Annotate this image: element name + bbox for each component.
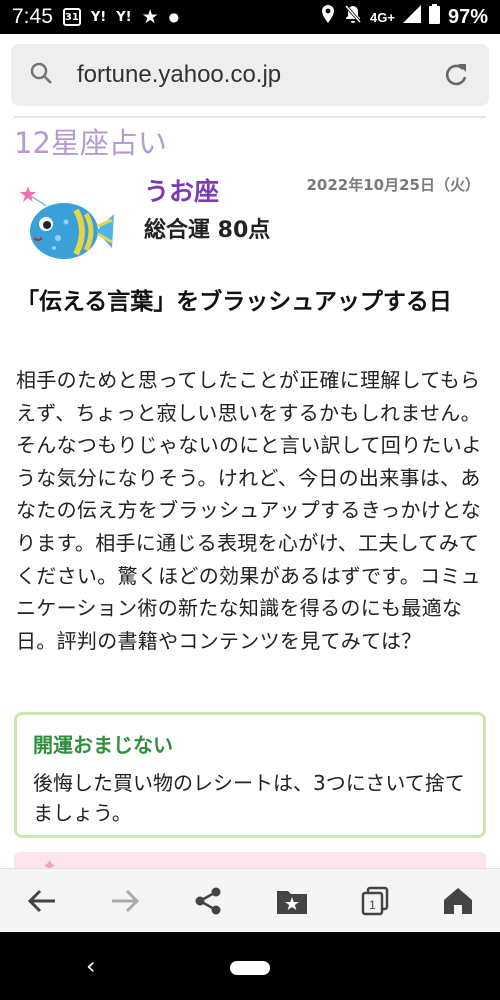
system-back-button[interactable]: ‹ <box>86 952 96 980</box>
forward-button[interactable] <box>100 876 150 926</box>
yahoo-notification-icon: Y! <box>90 9 107 25</box>
system-nav-bar: ‹ <box>0 932 500 1000</box>
overall-score: 総合運 80点 <box>144 218 271 243</box>
page-content: 12星座占い うお座 2022年10月25日（火） 総合運 80点 「伝える言葉… <box>0 116 500 868</box>
share-icon <box>195 887 221 914</box>
next-section-card: ✦ <box>14 852 486 868</box>
tabs-button[interactable]: 1 <box>350 876 400 926</box>
home-button[interactable] <box>433 876 483 926</box>
calendar-icon: 31 <box>62 8 81 26</box>
lucky-charm-box: 開運おまじない 後悔した買い物のレシートは、3つにさいて捨てましょう。 <box>14 712 486 838</box>
home-icon <box>444 887 473 914</box>
muted-bell-icon <box>344 4 362 30</box>
yahoo-notification-icon-2: Y! <box>116 9 132 25</box>
share-button[interactable] <box>183 876 233 926</box>
pisces-fish-illustration <box>16 176 116 266</box>
signal-icon <box>402 5 421 29</box>
status-bar: 7:45 31 Y! Y! ★ ● 4G+ 97% <box>0 0 500 34</box>
search-icon <box>29 61 53 89</box>
location-icon <box>320 4 336 30</box>
sparkle-icon: ✦ <box>42 856 58 868</box>
system-home-pill[interactable] <box>230 961 270 975</box>
back-button[interactable] <box>17 876 67 926</box>
top-divider <box>14 116 486 118</box>
network-type: 4G+ <box>370 9 395 25</box>
bookmark-folder-button[interactable] <box>267 876 317 926</box>
lucky-charm-title: 開運おまじない <box>33 733 173 757</box>
address-area: fortune.yahoo.co.jp <box>0 34 500 116</box>
star-notification-icon: ★ <box>141 6 159 28</box>
status-time: 7:45 <box>12 5 53 28</box>
arrow-left-icon <box>27 889 55 912</box>
battery-icon <box>428 4 440 30</box>
battery-percent: 97% <box>447 5 488 28</box>
url-text[interactable]: fortune.yahoo.co.jp <box>77 61 443 89</box>
dot-icon: ● <box>168 10 180 24</box>
zodiac-sign-name: うお座 <box>144 177 220 206</box>
tab-count: 1 <box>369 898 376 912</box>
bookmark-folder-icon <box>276 890 307 914</box>
tabs-icon: 1 <box>361 886 389 915</box>
fortune-date: 2022年10月25日（火） <box>306 176 481 194</box>
arrow-right-icon <box>111 889 140 912</box>
fortune-body: 相手のためと思ってしたことが正確に理解してもらえず、ちょっと寂しい思いをするかも… <box>16 368 482 653</box>
section-title: 12星座占い <box>14 126 167 160</box>
address-bar[interactable]: fortune.yahoo.co.jp <box>11 44 489 106</box>
reload-icon[interactable] <box>443 61 471 89</box>
lucky-charm-text: 後悔した買い物のレシートは、3つにさいて捨てましょう。 <box>33 771 465 825</box>
browser-toolbar: 1 <box>0 868 500 932</box>
fortune-headline: 「伝える言葉」をブラッシュアップする日 <box>16 289 452 315</box>
